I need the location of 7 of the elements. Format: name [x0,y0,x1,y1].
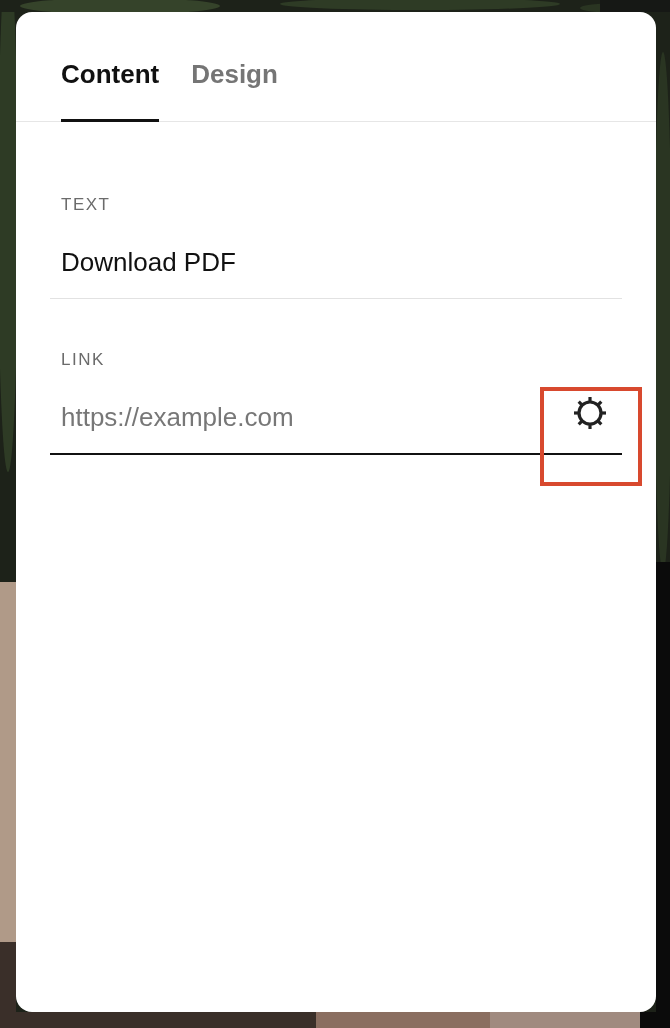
tab[interactable]: Content [61,60,160,122]
text-field[interactable]: Download PDF [50,213,622,300]
field-label: TEXT [60,196,112,213]
tab[interactable]: Design [191,60,278,122]
settings-icon [572,395,608,432]
field-label: LINK [60,351,106,369]
link-field[interactable]: https://example.com [50,368,622,456]
